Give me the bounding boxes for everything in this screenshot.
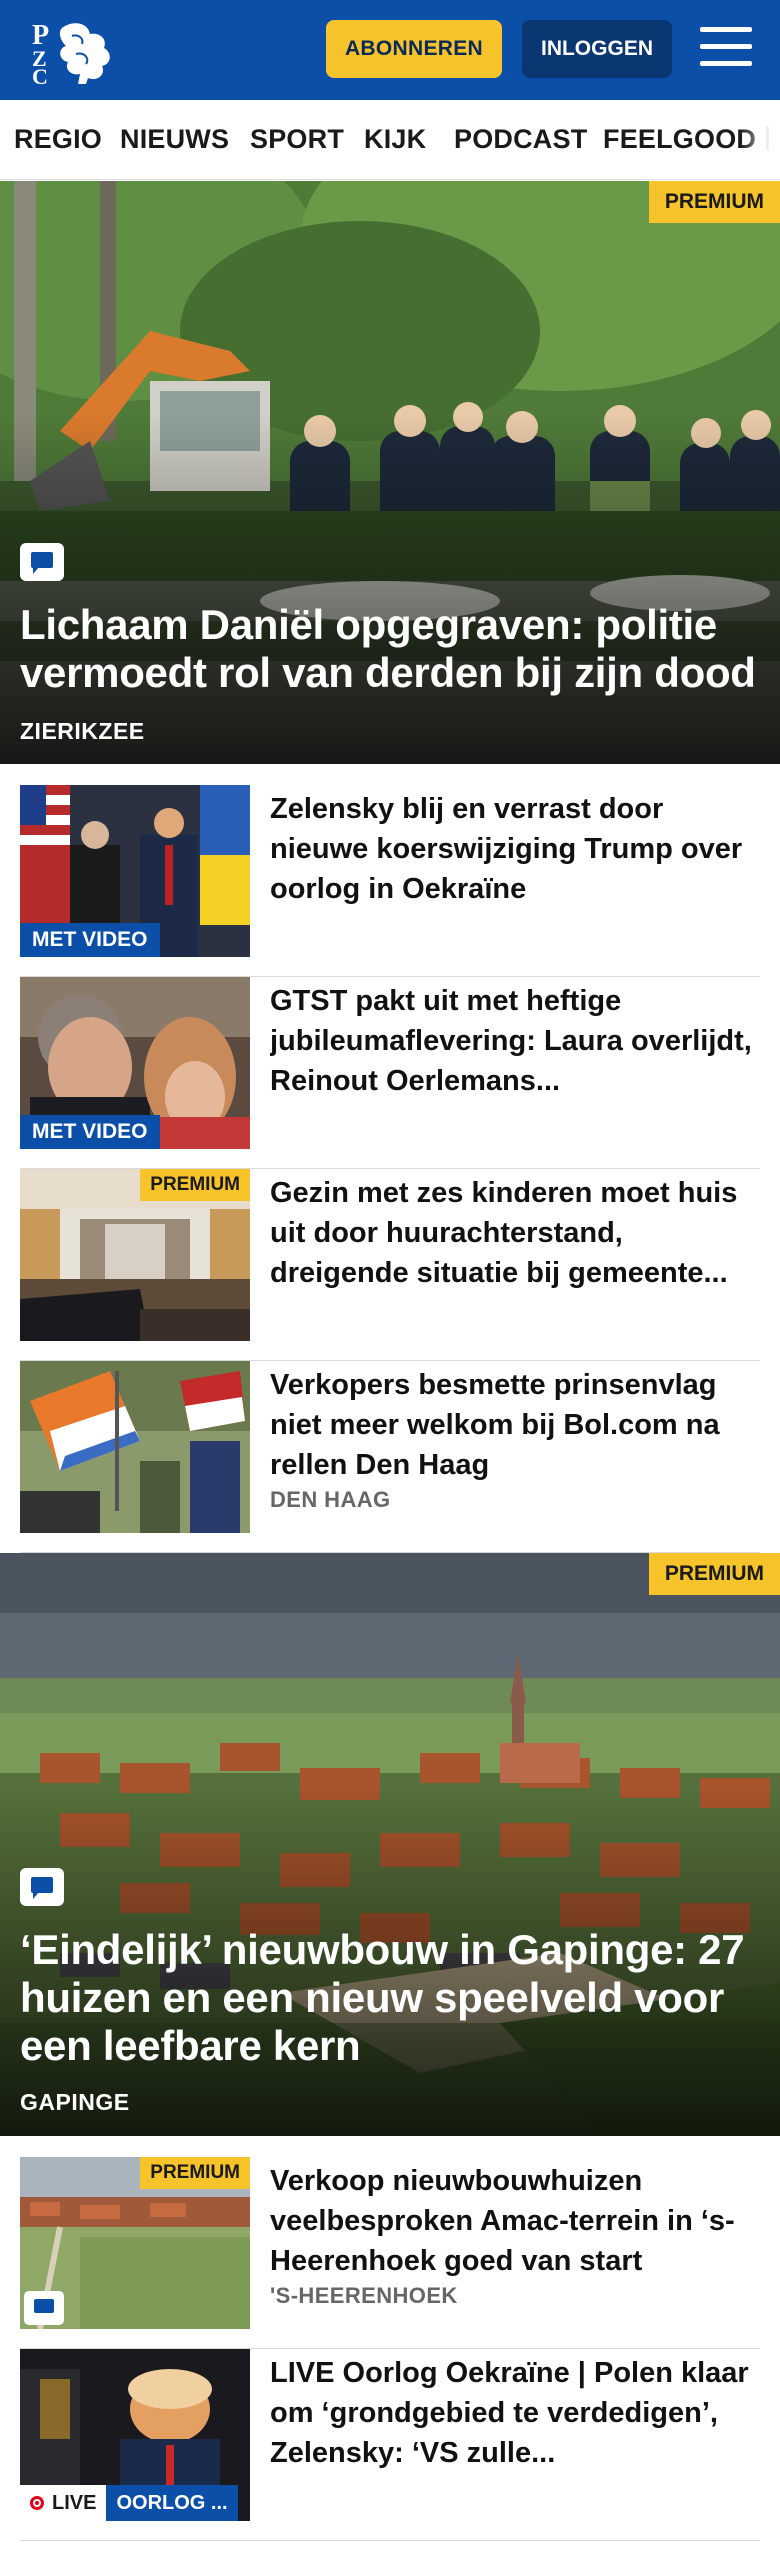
hero-place: GAPINGE [20, 2089, 130, 2115]
article-place: 'S-HEERENHOEK [270, 2283, 458, 2308]
list-item[interactable]: MET VIDEO Zelensky blij en verrast door … [20, 785, 760, 977]
article-thumbnail: PREMIUM [20, 2157, 250, 2329]
article-title[interactable]: Zelensky blij en verrast door nieuwe koe… [270, 789, 760, 909]
menu-line [700, 61, 752, 66]
pzc-logo[interactable]: P Z C [28, 14, 118, 89]
section-nav: REGIO NIEUWS SPORT KIJK PODCAST FEELGOOD [0, 100, 780, 180]
article-title[interactable]: Verkoop nieuwbouwhuizen veelbesproken Am… [270, 2161, 760, 2281]
video-badge: MET VIDEO [20, 923, 160, 957]
live-text: LIVE [52, 2491, 97, 2514]
list-item[interactable]: LIVE OORLOG ... LIVE Oorlog Oekraïne | P… [20, 2349, 760, 2541]
article-thumbnail [20, 1361, 250, 1533]
subscribe-button[interactable]: ABONNEREN [326, 20, 502, 78]
article-title[interactable]: Verkopers besmette prinsenvlag niet meer… [270, 1365, 760, 1485]
menu-line [700, 44, 752, 49]
premium-badge: PREMIUM [140, 1169, 250, 1201]
article-place: DEN HAAG [270, 1487, 391, 1512]
list-item[interactable]: MET VIDEO GTST pakt uit met heftige jubi… [20, 977, 760, 1169]
hero-title[interactable]: Lichaam Daniël opgegraven: politie vermo… [20, 601, 760, 697]
nav-item-kijk[interactable]: KIJK [364, 124, 426, 155]
hero-article-daniel[interactable]: PREMIUM Lichaam Daniël opgegraven: polit… [0, 181, 780, 764]
hero-article-gapinge[interactable]: PREMIUM ‘Eindelijk’ nieuwbouw in Gapinge… [0, 1553, 780, 2136]
nav-item-regio[interactable]: REGIO [14, 124, 102, 155]
hero-title[interactable]: ‘Eindelijk’ nieuwbouw in Gapinge: 27 hui… [20, 1926, 760, 2070]
nav-item-podcast[interactable]: PODCAST [454, 124, 587, 155]
premium-badge: PREMIUM [648, 181, 780, 223]
topic-label: OORLOG ... [106, 2485, 238, 2521]
article-title[interactable]: LIVE Oorlog Oekraïne | Polen klaar om ‘g… [270, 2353, 760, 2473]
article-thumbnail: MET VIDEO [20, 977, 250, 1149]
hamburger-menu-icon[interactable] [700, 25, 752, 69]
list-item[interactable]: PREMIUM Verkoop nieuwbouwhuizen veelbesp… [20, 2157, 760, 2349]
live-badge: LIVE OORLOG ... [20, 2485, 238, 2521]
menu-line [700, 27, 752, 32]
nav-item-sport[interactable]: SPORT [250, 124, 344, 155]
nav-fade [740, 100, 780, 179]
article-thumbnail: PREMIUM [20, 1169, 250, 1341]
nav-item-nieuws[interactable]: NIEUWS [120, 124, 229, 155]
nav-item-feelgood[interactable]: FEELGOOD [603, 124, 756, 155]
svg-text:C: C [32, 64, 48, 86]
comment-icon [20, 543, 64, 581]
comment-icon [20, 1868, 64, 1906]
premium-badge: PREMIUM [140, 2157, 250, 2189]
premium-badge: PREMIUM [648, 1553, 780, 1595]
article-title[interactable]: GTST pakt uit met heftige jubileumafleve… [270, 981, 760, 1101]
comment-icon [24, 2291, 64, 2325]
list-item[interactable]: Verkopers besmette prinsenvlag niet meer… [20, 1361, 760, 1553]
live-label: LIVE [20, 2485, 107, 2521]
video-badge: MET VIDEO [20, 1115, 160, 1149]
hero-place: ZIERIKZEE [20, 718, 145, 744]
article-thumbnail: LIVE OORLOG ... [20, 2349, 250, 2521]
list-item[interactable]: PREMIUM Gezin met zes kinderen moet huis… [20, 1169, 760, 1361]
hero-gradient [0, 414, 780, 764]
live-dot-icon [30, 2496, 44, 2510]
article-thumbnail: MET VIDEO [20, 785, 250, 957]
login-button[interactable]: INLOGGEN [522, 20, 672, 78]
article-title[interactable]: Gezin met zes kinderen moet huis uit doo… [270, 1173, 760, 1293]
top-bar: P Z C ABONNEREN INLOGGEN [0, 0, 780, 100]
